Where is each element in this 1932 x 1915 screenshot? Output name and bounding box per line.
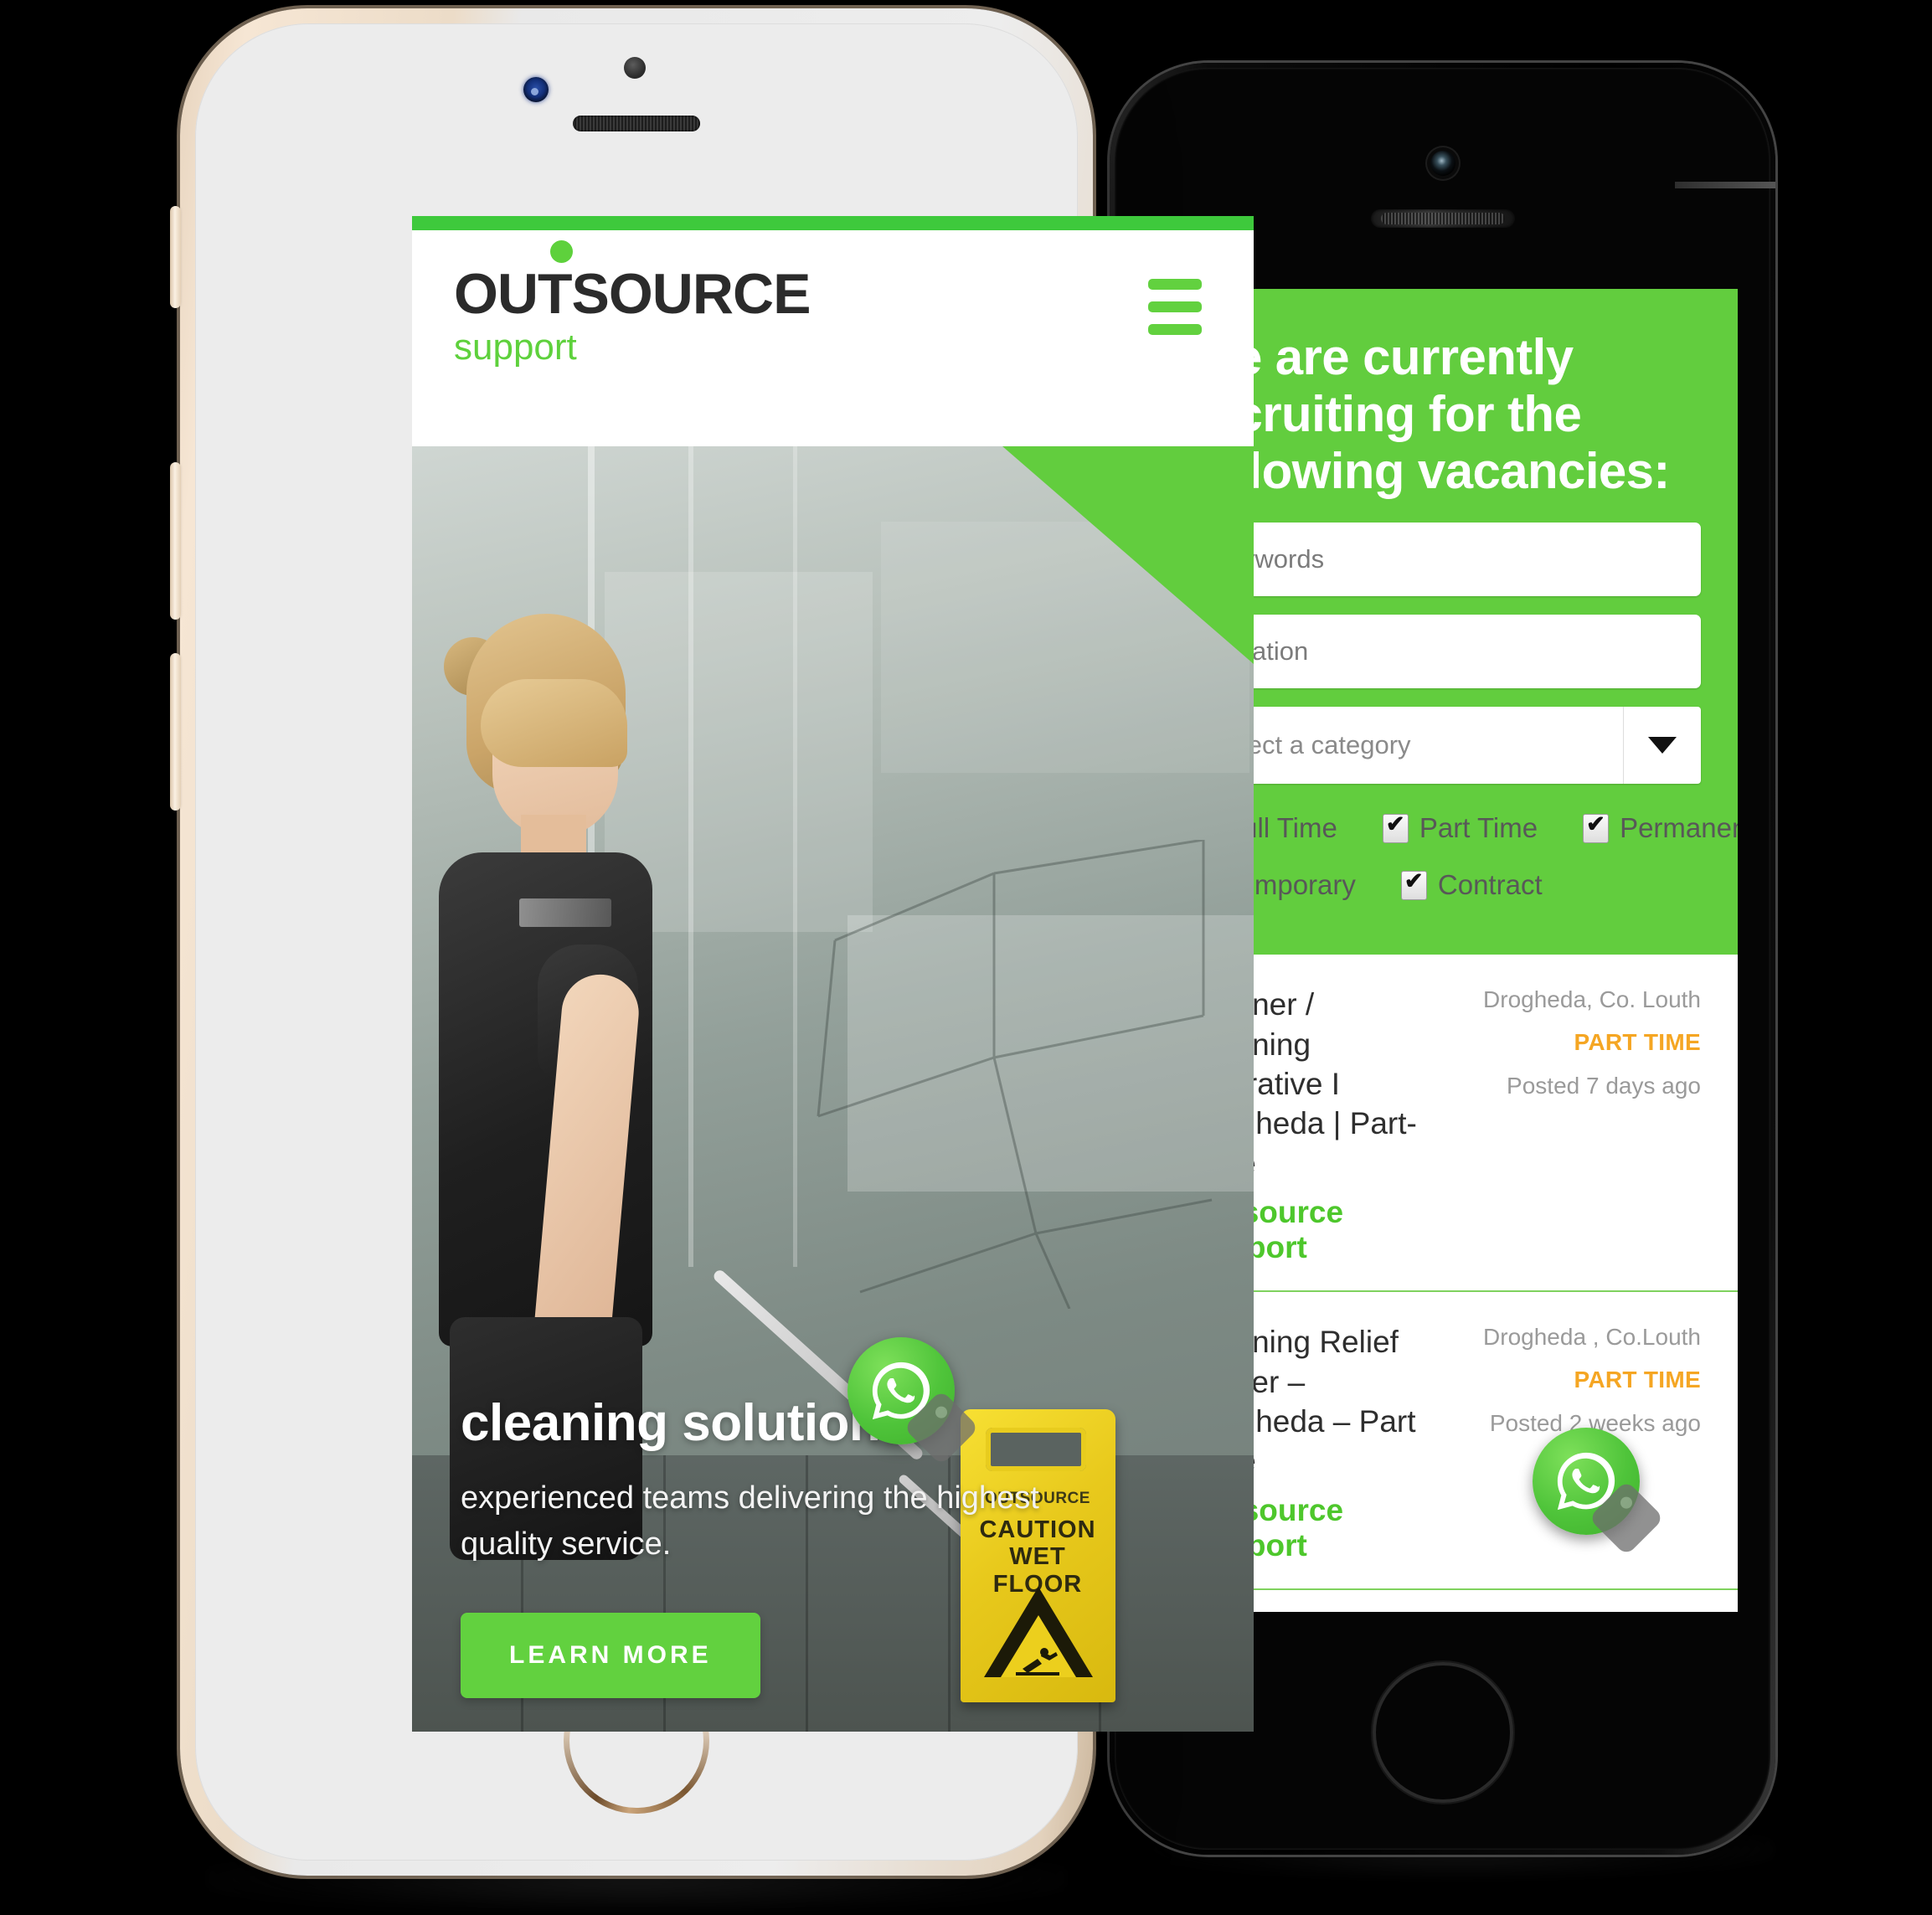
job-location: Drogheda , Co.Louth [1483,1324,1701,1351]
earpiece-speaker [573,116,700,131]
learn-more-button[interactable]: LEARN MORE [461,1613,760,1698]
status-badge: PART TIME [1574,1367,1701,1393]
status-badge: PART TIME [1574,1029,1701,1056]
job-posted: Posted 7 days ago [1507,1073,1701,1099]
logo-wordmark: OUTSOURCE [454,240,811,322]
dark-phone-antenna-line [1675,182,1775,188]
job-type-filter-row-2: Temporary Contract [1188,868,1701,901]
whatsapp-float-button-left[interactable] [848,1337,980,1466]
category-select[interactable]: Select a category [1188,707,1701,785]
filter-permanent[interactable]: Permanent [1583,811,1738,844]
hamburger-bar [1148,279,1202,290]
silent-switch[interactable] [170,206,181,308]
slip-hazard-icon [1016,1648,1059,1676]
jobs-page-title: We are currently recruiting for the foll… [1188,329,1670,499]
hero-copy: cleaning solutions experienced teams del… [461,1394,1064,1568]
site-logo[interactable]: OUTSOURCE support [454,240,811,368]
site-top-accent-bar [412,216,1254,230]
keywords-input[interactable]: Keywords [1188,523,1701,597]
whatsapp-float-button-right[interactable] [1533,1428,1665,1557]
location-input[interactable]: Location [1188,615,1701,689]
checkbox-icon[interactable] [1400,868,1427,900]
front-camera-icon [624,57,646,79]
light-phone-screen: OUTSOURCE support OUTSOURCE CAUTION WET … [412,216,1254,1732]
hero-glass-crack-overlay [817,840,1213,1309]
site-header: OUTSOURCE support [412,230,1254,446]
logo-subtext: support [454,327,577,368]
volume-down-button[interactable] [170,653,181,811]
earpiece-speaker [1370,209,1515,228]
checkbox-icon[interactable] [1583,811,1610,843]
hamburger-bar [1148,301,1202,312]
light-phone-device: OUTSOURCE support OUTSOURCE CAUTION WET … [170,8,1254,1876]
filter-contract[interactable]: Contract [1400,868,1543,901]
home-button[interactable] [1372,1662,1513,1803]
hamburger-bar [1148,324,1202,335]
job-type-filters: Full Time Part Time Permanent [1188,809,1738,901]
job-meta: Drogheda, Co. Louth PART TIME Posted 7 d… [1458,985,1701,1265]
hero-banner: OUTSOURCE CAUTION WET FLOOR cleaning sol… [412,446,1254,1732]
hamburger-menu-icon[interactable] [1148,279,1202,335]
volume-up-button[interactable] [170,462,181,620]
front-camera-icon [1430,151,1455,176]
chevron-down-icon[interactable] [1623,707,1701,785]
hero-subheading: experienced teams delivering the highest… [461,1480,1039,1562]
proximity-sensor-icon [523,77,549,102]
green-dot-icon [550,240,573,263]
filter-part-time[interactable]: Part Time [1382,811,1538,844]
hero-green-triangle [1002,446,1254,664]
job-type-filter-row-1: Full Time Part Time Permanent [1188,811,1738,844]
screenshot-stage: We are currently recruiting for the foll… [0,0,1932,1915]
job-location: Drogheda, Co. Louth [1483,986,1701,1013]
checkbox-icon[interactable] [1382,811,1409,843]
